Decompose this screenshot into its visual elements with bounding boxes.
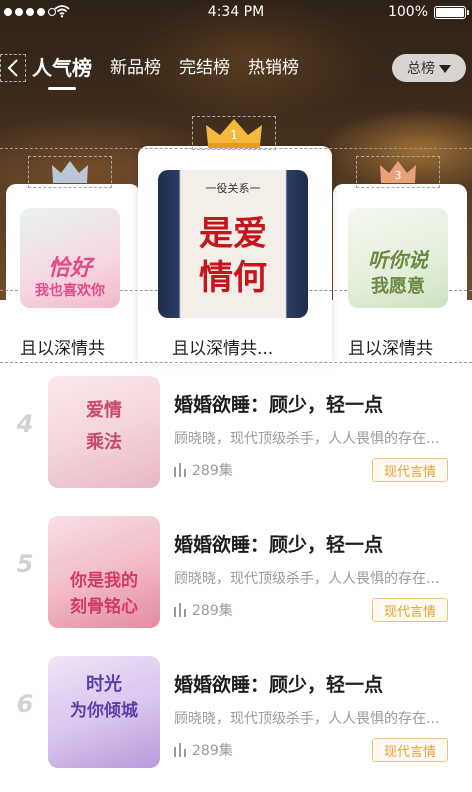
- rank-number: 4: [16, 410, 34, 438]
- podium-cover-third[interactable]: 听你说 我愿意: [348, 208, 448, 308]
- tab-new[interactable]: 新品榜: [110, 54, 161, 82]
- cover-text: 是爱: [199, 214, 267, 254]
- rank-number: 6: [16, 690, 34, 718]
- cover-caption: 一役关系一: [205, 182, 261, 195]
- episode-count: 289集: [174, 600, 233, 620]
- cover-text: 我愿意: [371, 276, 425, 297]
- ranking-tabs: 人气榜 新品榜 完结榜 热销榜: [32, 54, 299, 90]
- podium-title-third[interactable]: 且以深情共: [348, 334, 433, 359]
- back-button[interactable]: [0, 54, 26, 82]
- book-cover[interactable]: 时光 为你倾城: [48, 656, 160, 768]
- cover-text: 我也喜欢你: [35, 283, 105, 299]
- status-bar: 4:34 PM 100%: [0, 0, 472, 26]
- genre-tag[interactable]: 现代言情: [372, 598, 448, 622]
- audio-bars-icon: [174, 463, 186, 477]
- book-title[interactable]: 婚婚欲睡：顾少，轻一点: [174, 670, 383, 697]
- list-item[interactable]: 4 爱情 乘法 婚婚欲睡：顾少，轻一点 顾晓晓，现代顶级杀手，人人畏惧的存在..…: [0, 368, 472, 496]
- back-chevron-icon: [7, 59, 18, 77]
- podium-cover-first[interactable]: 一役关系一 是爱 情何: [158, 170, 308, 318]
- book-title[interactable]: 婚婚欲睡：顾少，轻一点: [174, 390, 383, 417]
- episode-count-text: 289集: [192, 463, 233, 479]
- cover-text: 听你说: [368, 248, 428, 272]
- genre-tag[interactable]: 现代言情: [372, 458, 448, 482]
- podium-cover-second[interactable]: 恰好 我也喜欢你: [20, 208, 120, 308]
- crown-icon: 1: [202, 116, 266, 150]
- crown-icon: 3: [376, 158, 420, 186]
- podium-title-second[interactable]: 且以深情共: [20, 334, 105, 359]
- total-filter-label: 总榜: [407, 61, 435, 77]
- tab-popular[interactable]: 人气榜: [32, 54, 92, 90]
- audio-bars-icon: [174, 743, 186, 757]
- crown-rank-third: 3: [395, 169, 402, 182]
- cover-text: 你是我的: [70, 571, 138, 591]
- list-item[interactable]: 5 你是我的 刻骨铭心 婚婚欲睡：顾少，轻一点 顾晓晓，现代顶级杀手，人人畏惧的…: [0, 508, 472, 636]
- cover-text: 刻骨铭心: [70, 597, 138, 617]
- episode-count-text: 289集: [192, 743, 233, 759]
- crown-rank-first: 1: [230, 128, 238, 142]
- cover-text: 情何: [199, 258, 267, 298]
- cover-text: 乘法: [86, 432, 122, 453]
- cover-text: 恰好: [47, 256, 92, 281]
- episode-count: 289集: [174, 740, 233, 760]
- guide-line: [0, 362, 472, 363]
- genre-tag[interactable]: 现代言情: [372, 738, 448, 762]
- episode-count-text: 289集: [192, 603, 233, 619]
- battery-percent: 100%: [387, 4, 428, 20]
- tab-bestselling[interactable]: 热销榜: [248, 54, 299, 82]
- cover-text: 时光: [86, 674, 122, 695]
- audio-bars-icon: [174, 603, 186, 617]
- book-cover[interactable]: 你是我的 刻骨铭心: [48, 516, 160, 628]
- total-filter-button[interactable]: 总榜: [392, 54, 466, 82]
- episode-count: 289集: [174, 460, 233, 480]
- rank-number: 5: [16, 550, 34, 578]
- podium-title-first[interactable]: 且以深情共...: [172, 334, 273, 359]
- book-description: 顾晓晓，现代顶级杀手，人人畏惧的存在...: [174, 571, 440, 587]
- caret-down-icon: [439, 65, 451, 73]
- crown-icon: [48, 158, 92, 186]
- list-item[interactable]: 6 时光 为你倾城 婚婚欲睡：顾少，轻一点 顾晓晓，现代顶级杀手，人人畏惧的存在…: [0, 648, 472, 776]
- cover-text: 为你倾城: [70, 701, 138, 721]
- cover-text: 爱情: [86, 400, 122, 421]
- book-title[interactable]: 婚婚欲睡：顾少，轻一点: [174, 530, 383, 557]
- book-description: 顾晓晓，现代顶级杀手，人人畏惧的存在...: [174, 711, 440, 727]
- book-cover[interactable]: 爱情 乘法: [48, 376, 160, 488]
- tab-completed[interactable]: 完结榜: [179, 54, 230, 82]
- book-description: 顾晓晓，现代顶级杀手，人人畏惧的存在...: [174, 431, 440, 447]
- battery-icon: [434, 6, 469, 19]
